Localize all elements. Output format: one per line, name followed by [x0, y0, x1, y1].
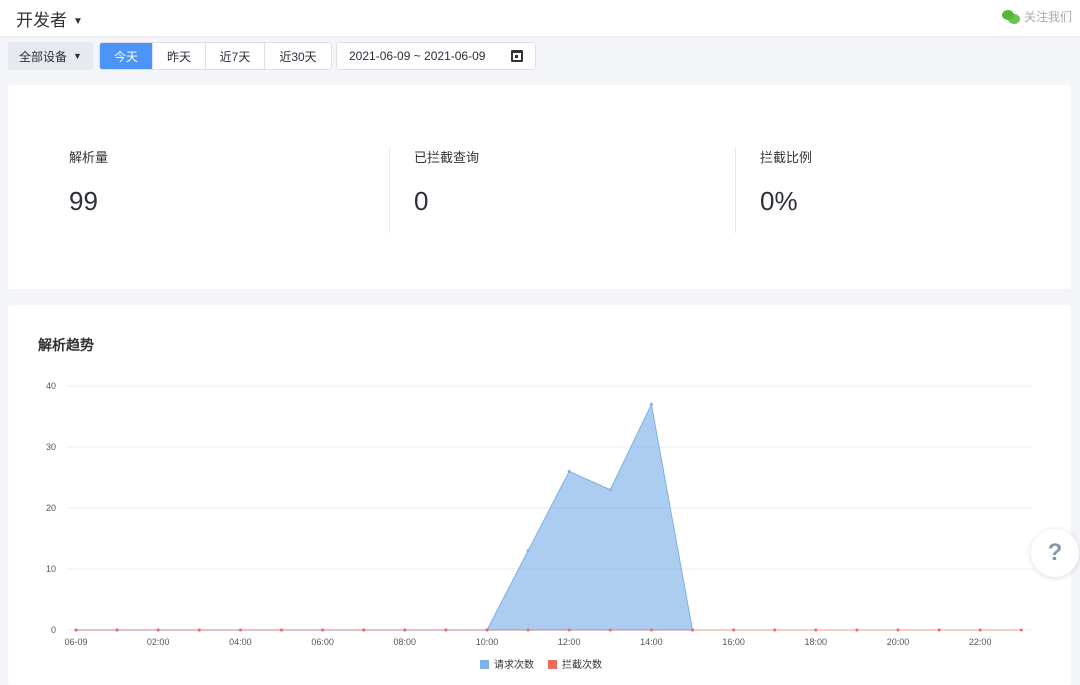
x-tick-label: 22:00	[969, 637, 992, 647]
x-tick-label: 06-09	[64, 637, 87, 647]
data-point	[855, 628, 859, 632]
y-tick-label: 20	[46, 503, 56, 513]
legend-swatch	[548, 660, 557, 669]
data-point	[362, 628, 366, 632]
x-tick-label: 20:00	[887, 637, 910, 647]
data-point	[691, 628, 694, 632]
x-tick-label: 10:00	[476, 637, 499, 647]
data-point	[280, 628, 283, 632]
y-tick-label: 10	[46, 564, 56, 574]
data-point	[156, 628, 160, 632]
x-tick-label: 12:00	[558, 637, 581, 647]
x-tick-label: 08:00	[394, 637, 417, 647]
series-area-requests	[76, 402, 694, 631]
data-point	[773, 628, 777, 632]
data-point	[567, 469, 571, 473]
x-tick-label: 16:00	[722, 637, 745, 647]
x-tick-label: 18:00	[805, 637, 828, 647]
help-icon: ?	[1047, 539, 1063, 566]
legend-label: 请求次数	[494, 658, 534, 671]
y-tick-label: 30	[46, 442, 56, 452]
data-point	[74, 628, 78, 632]
data-point	[485, 628, 489, 632]
data-point	[649, 402, 653, 406]
x-tick-label: 06:00	[311, 637, 334, 647]
data-point	[937, 628, 941, 632]
data-point	[608, 488, 612, 492]
data-point	[321, 628, 325, 632]
legend-swatch	[480, 660, 489, 669]
data-point	[403, 628, 407, 632]
data-point	[197, 628, 201, 632]
data-point	[1019, 628, 1023, 632]
y-tick-label: 0	[51, 625, 56, 635]
data-point	[115, 628, 119, 632]
data-point	[732, 628, 736, 632]
data-point	[526, 628, 530, 632]
data-point	[649, 628, 653, 632]
legend-label: 拦截次数	[562, 658, 602, 671]
data-point	[567, 628, 571, 632]
help-button[interactable]: ?	[1031, 529, 1079, 577]
data-point	[526, 549, 530, 553]
x-tick-label: 04:00	[229, 637, 252, 647]
data-point	[978, 628, 982, 632]
x-tick-label: 14:00	[640, 637, 663, 647]
data-point	[814, 628, 818, 632]
y-tick-label: 40	[46, 381, 56, 391]
data-point	[608, 628, 612, 632]
trend-chart: 0 10 20 30 40 06-09 02:00 04:00 06:00 08:00 10:00 1…	[46, 381, 1033, 671]
data-point	[444, 628, 448, 632]
data-point	[896, 628, 900, 632]
x-tick-label: 02:00	[147, 637, 170, 647]
data-point	[238, 628, 242, 632]
